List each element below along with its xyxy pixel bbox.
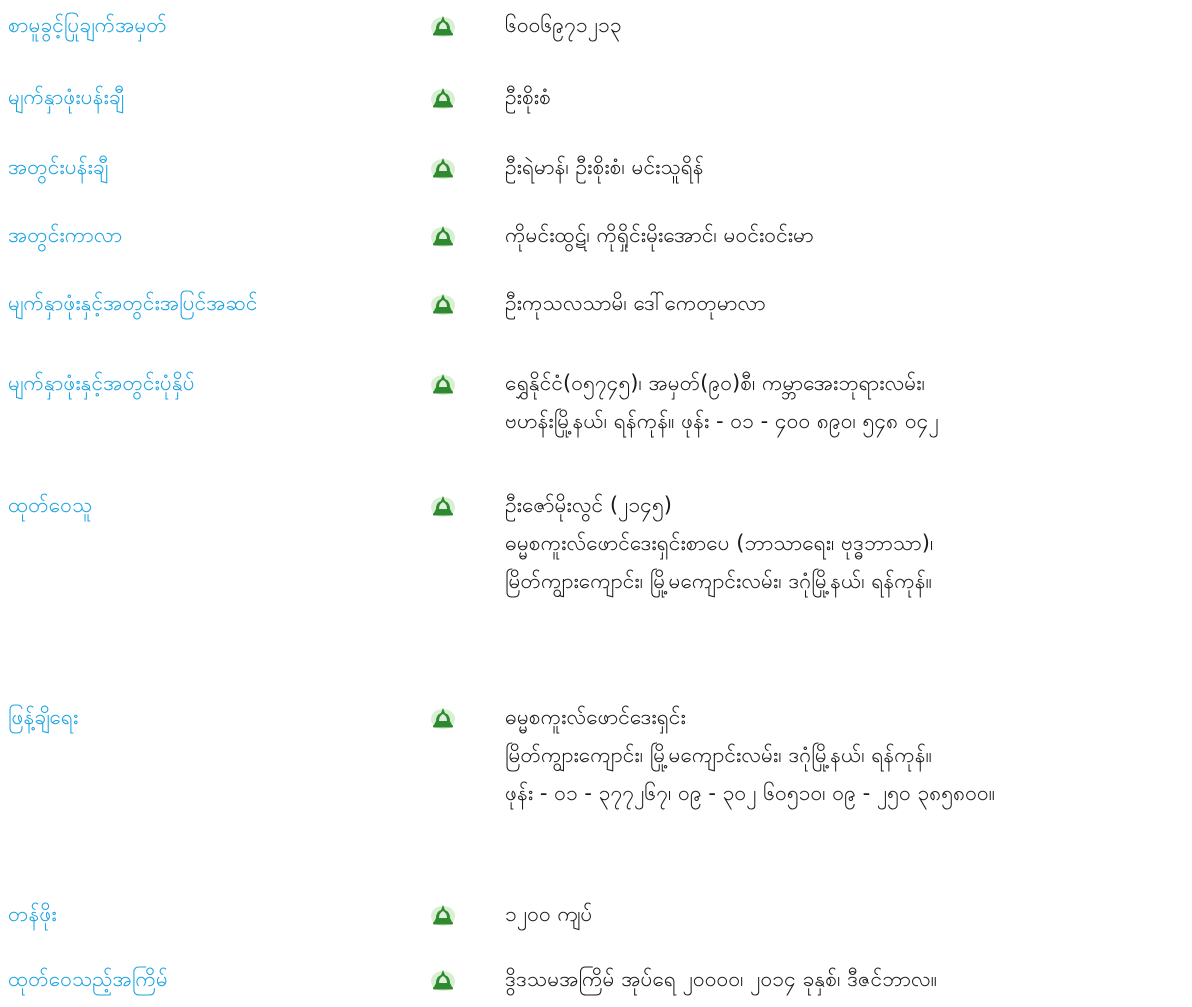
value-line: ၆၀၀၆၉၇၁၂၁၃ — [505, 13, 622, 37]
row-label: အတွင်းပန်းချီ — [8, 155, 109, 179]
value-line: ဖုန်း - ၀၁ - ၃၇၇၂၆၇၊ ၀၉ - ၃၀၂ ၆၀၅၁၀၊ ၀၉ … — [505, 781, 996, 805]
value-line: ဒွိဒသမအကြိမ် အုပ်ရေ ၂၀၀၀၀၊ ၂၀၁၄ ခုနှစ်၊ … — [505, 967, 938, 991]
row-value: ၆၀၀၆၉၇၁၂၁၃ — [505, 10, 1185, 48]
row-value: ဦးစိုးစံ — [505, 82, 1185, 120]
value-line: ရွှေနိုင်ငံ(၀၅၇၄၅)၊ အမှတ်(၉၀)စီ၊ ကမ္ဘာအေ… — [505, 371, 925, 395]
value-line: မြိတ်ကျွားကျောင်း၊ မြို့မကျောင်းလမ်း၊ ဒဂ… — [505, 743, 933, 767]
row-value: ဓမ္မစကူးလ်ဖောင်ဒေးရှင်း မြိတ်ကျွားကျောင်… — [505, 702, 1185, 816]
row-value: ၁၂၀၀ ကျပ် — [505, 899, 1185, 937]
row-value: ရွှေနိုင်ငံ(၀၅၇၄၅)၊ အမှတ်(၉၀)စီ၊ ကမ္ဘာအေ… — [505, 368, 1185, 444]
stupa-emblem-icon — [430, 370, 456, 396]
row-value: ဒွိဒသမအကြိမ် အုပ်ရေ ၂၀၀၀၀၊ ၂၀၁၄ ခုနှစ်၊ … — [505, 964, 1185, 1002]
row-label: အတွင်းကာလာ — [8, 223, 123, 247]
value-line: မြိတ်ကျွားကျောင်း၊ မြို့မကျောင်းလမ်း၊ ဒဂ… — [505, 569, 933, 593]
value-line: ဓမ္မစကူးလ်ဖောင်ဒေးရှင်းစာပေ (ဘာသာရေး၊ ဗု… — [505, 531, 934, 555]
row-label: ထုတ်ဝေသူ — [8, 493, 93, 517]
stupa-emblem-icon — [430, 492, 456, 518]
row-value: ဦးဇော်မိုးလွင် (၂၁၄၅) ဓမ္မစကူးလ်ဖောင်ဒေး… — [505, 490, 1185, 604]
stupa-emblem-icon — [430, 222, 456, 248]
value-line: ဓမ္မစကူးလ်ဖောင်ဒေးရှင်း — [505, 705, 686, 729]
row-value: ဦးကုသလသာမိ၊ ဒေါ်ကေတုမာလာ — [505, 288, 1185, 326]
stupa-emblem-icon — [430, 154, 456, 180]
stupa-emblem-icon — [430, 84, 456, 110]
stupa-emblem-icon — [430, 704, 456, 730]
row-label: မျက်နှာဖုံးပန်းချီ — [8, 85, 124, 109]
value-line: ဦးဇော်မိုးလွင် (၂၁၄၅) — [505, 493, 672, 517]
row-label: မျက်နှာဖုံးနှင့်အတွင်းပုံနှိပ် — [8, 371, 195, 395]
row-label: ဖြန့်ချိရေး — [8, 705, 79, 729]
row-value: ကိုမင်းထွဋ်၊ ကိုရှိုင်းမိုးအောင်၊ မဝင်းဝ… — [505, 220, 1185, 258]
row-label: ထုတ်ဝေသည့်အကြိမ် — [8, 967, 168, 991]
value-line: ကိုမင်းထွဋ်၊ ကိုရှိုင်းမိုးအောင်၊ မဝင်းဝ… — [505, 223, 814, 247]
value-line: ၁၂၀၀ ကျပ် — [505, 902, 593, 926]
row-value: ဦးရဲမာန်၊ ဦးစိုးစံ၊ မင်းသူရိန် — [505, 152, 1185, 190]
row-label: တန်ဖိုး — [8, 902, 57, 926]
stupa-emblem-icon — [430, 966, 456, 992]
row-label: မျက်နှာဖုံးနှင့်အတွင်းအပြင်အဆင် — [8, 291, 258, 315]
stupa-emblem-icon — [430, 12, 456, 38]
value-line: ဦးရဲမာန်၊ ဦးစိုးစံ၊ မင်းသူရိန် — [505, 155, 704, 179]
value-line: ဦးကုသလသာမိ၊ ဒေါ်ကေတုမာလာ — [505, 291, 766, 315]
stupa-emblem-icon — [430, 901, 456, 927]
value-line: ဗဟန်းမြို့နယ်၊ ရန်ကုန်။ ဖုန်း - ၀၁ - ၄၀၀… — [505, 409, 939, 433]
stupa-emblem-icon — [430, 290, 456, 316]
row-label: စာမူခွင့်ပြုချက်အမှတ် — [8, 13, 167, 37]
value-line: ဦးစိုးစံ — [505, 85, 551, 109]
